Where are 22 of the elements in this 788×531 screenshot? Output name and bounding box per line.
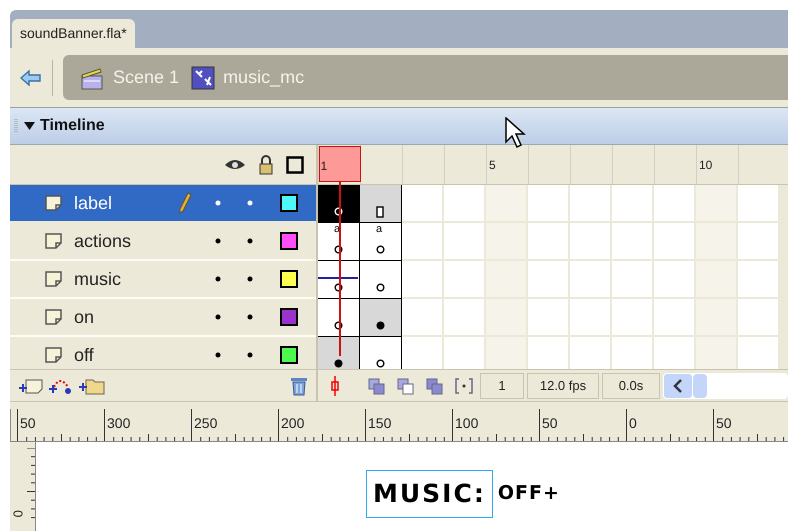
ruler-label: 100 [455, 414, 478, 433]
layer-name: off [74, 344, 95, 366]
ruler-label: 50 [716, 414, 732, 433]
ruler-label: 50 [542, 414, 558, 433]
layer-name: actions [74, 230, 132, 252]
frame-number: 10 [699, 157, 712, 174]
frame-number: 5 [489, 157, 496, 174]
playhead-frame-number: 1 [320, 158, 328, 175]
ruler-label: 0 [629, 414, 637, 433]
ruler-label: 250 [194, 414, 218, 433]
ruler-label: 200 [281, 414, 304, 433]
ruler-label: 300 [107, 414, 130, 433]
current-frame: 1 [480, 372, 524, 398]
ruler-label: 50 [20, 414, 36, 433]
layer-name: music [74, 268, 122, 290]
layer-name: on [74, 306, 96, 328]
layer-name: label [74, 192, 114, 214]
frame-rate: 12.0 fps [527, 372, 599, 398]
action-mark: a [376, 224, 382, 235]
ruler-label: 150 [368, 414, 392, 433]
ruler-label: 0 [9, 510, 26, 518]
elapsed-time: 0.0s [602, 372, 660, 398]
